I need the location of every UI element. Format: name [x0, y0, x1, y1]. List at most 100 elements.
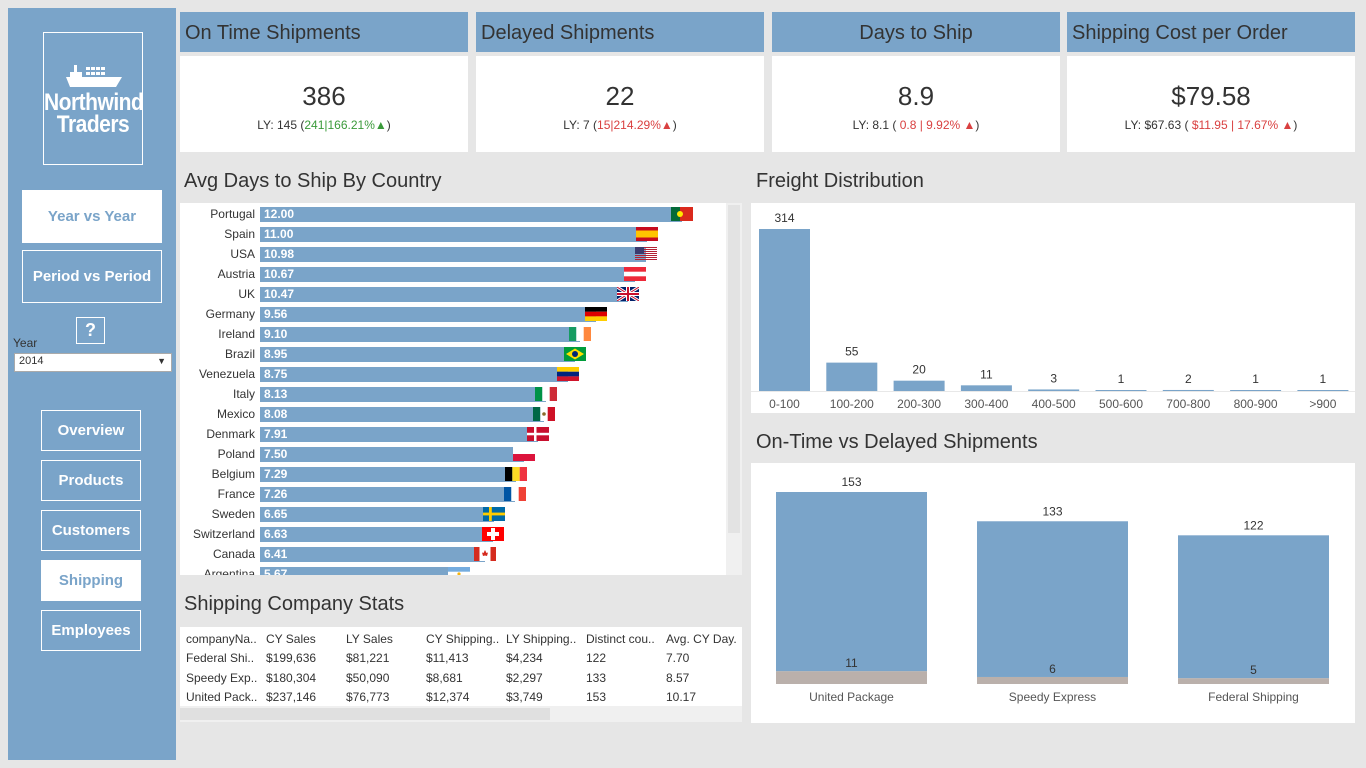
- freight-bar[interactable]: [1230, 390, 1282, 391]
- country-bar: [260, 567, 460, 575]
- delayed-bar[interactable]: [1178, 678, 1329, 684]
- nav-customers[interactable]: Customers: [41, 510, 141, 551]
- country-row[interactable]: Belgium 7.29: [180, 464, 720, 484]
- kpi-value: 8.9: [897, 81, 935, 111]
- germany-flag-icon: [585, 307, 608, 321]
- avg-days-chart[interactable]: Portugal 12.00 Spain 11.00 USA 10.98 Austria 10…: [180, 203, 742, 575]
- freight-bar[interactable]: [1297, 390, 1349, 391]
- table-cell: United Pack..: [186, 690, 258, 705]
- table-row[interactable]: Speedy Exp.. $180,304 $50,090 $8,681 $2,297 1…: [186, 668, 736, 688]
- country-row[interactable]: Sweden 6.65: [180, 504, 720, 524]
- country-row[interactable]: Spain 11.00: [180, 224, 720, 244]
- country-row[interactable]: Austria 10.67: [180, 264, 720, 284]
- help-button[interactable]: ?: [76, 317, 105, 344]
- nav-overview[interactable]: Overview: [41, 410, 141, 451]
- table-cell: 7.70: [666, 651, 690, 666]
- table-header-row: companyNa.. CY Sales LY Sales CY Shipping..…: [186, 629, 736, 649]
- country-bar: [260, 387, 546, 402]
- freight-bar[interactable]: [1028, 389, 1080, 391]
- denmark-flag-icon: [527, 427, 550, 441]
- nav-employees[interactable]: Employees: [41, 610, 141, 651]
- on-time-bar[interactable]: [776, 492, 927, 672]
- country-row[interactable]: Brazil 8.95: [180, 344, 720, 364]
- year-vs-year-button[interactable]: Year vs Year: [22, 190, 162, 243]
- period-vs-period-button[interactable]: Period vs Period: [22, 250, 162, 303]
- country-row[interactable]: UK 10.47: [180, 284, 720, 304]
- country-row[interactable]: Mexico 8.08: [180, 404, 720, 424]
- carrier-label: United Package: [809, 690, 894, 704]
- country-bar-value: 8.95: [264, 347, 288, 361]
- northwind-logo: Northwind Traders: [43, 32, 144, 165]
- country-row[interactable]: Poland 7.50: [180, 444, 720, 464]
- freight-bar[interactable]: [1095, 390, 1147, 391]
- switzerland-flag-icon: [482, 527, 505, 541]
- venezuela-flag-icon: [556, 367, 579, 381]
- brazil-flag-icon: [563, 347, 586, 361]
- on-time-value: 122: [1243, 518, 1263, 532]
- freight-bar-value: 1: [1320, 372, 1327, 386]
- table-row[interactable]: Federal Shi.. $199,636 $81,221 $11,413 $4,23…: [186, 649, 736, 669]
- on-time-bar[interactable]: [1178, 535, 1329, 679]
- country-bar-value: 7.26: [264, 487, 288, 501]
- country-label: Ireland: [218, 327, 255, 341]
- canada-flag-icon: [474, 547, 497, 561]
- kpi-days-to-ship: Days to Ship 8.9 LY: 8.1 ( 0.8 | 9.92% ▲…: [772, 12, 1060, 152]
- country-label: Argentina: [203, 567, 255, 575]
- kpi-on-time: On Time Shipments 386 LY: 145 (241|166.2…: [180, 12, 468, 152]
- country-row[interactable]: Germany 9.56: [180, 304, 720, 324]
- year-value: 2014: [19, 355, 44, 367]
- column-header: Distinct cou..: [586, 631, 655, 646]
- freight-bar[interactable]: [893, 380, 945, 391]
- country-bar: [260, 507, 494, 522]
- table-cell: $3,749: [506, 690, 543, 705]
- delayed-value: 5: [1250, 663, 1257, 677]
- sidebar: Northwind Traders Year vs Year Period vs…: [8, 8, 176, 760]
- freight-category-label: 400-500: [1032, 397, 1076, 411]
- table-cell: $180,304: [266, 670, 317, 685]
- freight-category-label: 300-400: [964, 397, 1008, 411]
- country-row[interactable]: Venezuela 8.75: [180, 364, 720, 384]
- nav-shipping[interactable]: Shipping: [41, 560, 141, 601]
- delayed-bar[interactable]: [977, 676, 1128, 684]
- delayed-value: 6: [1049, 662, 1056, 676]
- country-row[interactable]: USA 10.98: [180, 244, 720, 264]
- delayed-bar[interactable]: [776, 671, 927, 684]
- freight-category-label: >900: [1309, 397, 1336, 411]
- country-row[interactable]: Italy 8.13: [180, 384, 720, 404]
- year-dropdown[interactable]: 2014 ▼: [14, 353, 172, 372]
- horizontal-scrollbar[interactable]: [180, 706, 742, 722]
- country-bar-value: 7.50: [264, 447, 288, 461]
- freight-bar[interactable]: [960, 385, 1012, 391]
- table-row[interactable]: United Pack.. $237,146 $76,773 $12,374 $3,74…: [186, 688, 736, 708]
- freight-category-label: 200-300: [897, 397, 941, 411]
- nav-products[interactable]: Products: [41, 460, 141, 501]
- freight-category-label: 700-800: [1166, 397, 1210, 411]
- country-row[interactable]: Switzerland 6.63: [180, 524, 720, 544]
- on-time-bar[interactable]: [977, 521, 1128, 677]
- chevron-down-icon: ▼: [157, 356, 166, 366]
- country-row[interactable]: Denmark 7.91: [180, 424, 720, 444]
- freight-bar[interactable]: [759, 229, 810, 391]
- country-label: UK: [238, 287, 255, 301]
- kpi-shipping-cost: Shipping Cost per Order $79.58 LY: $67.6…: [1067, 12, 1355, 152]
- country-row[interactable]: Argentina 5.67: [180, 564, 720, 575]
- country-row[interactable]: Canada 6.41: [180, 544, 720, 564]
- freight-bar-value: 3: [1050, 371, 1057, 385]
- avg-days-title: Avg Days to Ship By Country: [184, 170, 442, 192]
- freight-bar[interactable]: [1162, 389, 1214, 391]
- country-row[interactable]: Portugal 12.00: [180, 204, 720, 224]
- sweden-flag-icon: [482, 507, 505, 521]
- vertical-scrollbar[interactable]: [726, 203, 742, 575]
- kpi-value: $79.58: [1171, 81, 1251, 111]
- freight-bar[interactable]: [826, 362, 878, 391]
- freight-category-label: 800-900: [1234, 397, 1278, 411]
- column-header: Avg. CY Day..: [666, 631, 736, 646]
- table-cell: 133: [586, 670, 607, 685]
- country-bar: [260, 347, 575, 362]
- on-time-value: 133: [1042, 504, 1062, 518]
- logo-line2: Traders: [56, 111, 130, 138]
- country-bar: [260, 367, 568, 382]
- country-row[interactable]: France 7.26: [180, 484, 720, 504]
- country-row[interactable]: Ireland 9.10: [180, 324, 720, 344]
- freight-category-label: 500-600: [1099, 397, 1143, 411]
